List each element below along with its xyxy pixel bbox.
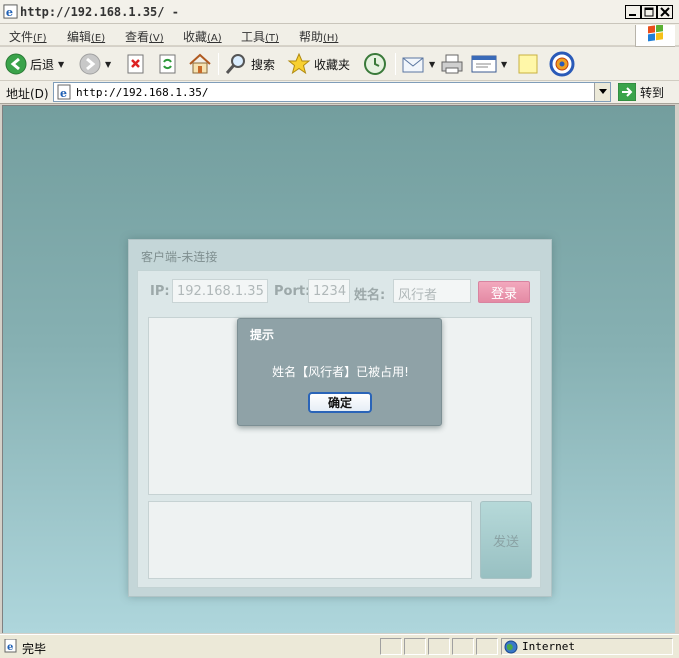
print-button[interactable] <box>440 51 464 77</box>
chevron-down-icon <box>598 89 607 94</box>
connection-row: IP: 192.168.1.35 Port: 1234 姓名: 风行者 登录 <box>138 271 542 311</box>
history-button[interactable] <box>363 51 387 77</box>
svg-text:e: e <box>6 5 13 19</box>
edit-button[interactable]: ▼ <box>471 51 507 77</box>
address-bar: 地址(D) e http://192.168.1.35/ 转到 <box>0 81 679 104</box>
favorites-button[interactable]: 收藏夹 <box>287 51 350 77</box>
send-button[interactable]: 发送 <box>480 501 532 579</box>
back-dropdown-icon[interactable]: ▼ <box>58 60 64 69</box>
menu-favorites[interactable]: 收藏(A) <box>183 28 222 45</box>
favorites-star-icon <box>287 52 311 75</box>
menu-view[interactable]: 查看(V) <box>125 28 164 45</box>
home-button[interactable] <box>188 51 212 77</box>
back-button[interactable]: 后退 ▼ <box>5 51 64 77</box>
panel-title: 客户端-未连接 <box>141 250 218 264</box>
menu-bar: 文件(F) 编辑(E) 查看(V) 收藏(A) 工具(T) 帮助(H) <box>0 24 679 47</box>
home-icon <box>189 53 211 74</box>
search-button[interactable]: 搜索 <box>224 51 275 77</box>
message-input[interactable] <box>148 501 472 579</box>
dialog-ok-button[interactable]: 确定 <box>308 392 372 413</box>
mail-dropdown-icon[interactable]: ▼ <box>429 60 435 69</box>
dialog-title: 提示 <box>250 328 275 342</box>
globe-icon <box>504 640 518 653</box>
toolbar: 后退 ▼ ▼ 搜索 收藏夹 ▼ ▼ <box>0 47 679 81</box>
port-label: Port: <box>274 284 311 299</box>
forward-dropdown-icon[interactable]: ▼ <box>105 60 111 69</box>
address-dropdown-button[interactable] <box>594 83 610 101</box>
go-button[interactable]: 转到 <box>618 83 664 101</box>
status-text: 完毕 <box>22 642 47 656</box>
refresh-icon <box>159 54 176 74</box>
mail-icon <box>402 57 424 73</box>
edit-dropdown-icon[interactable]: ▼ <box>501 60 507 69</box>
menu-help[interactable]: 帮助(H) <box>299 28 338 45</box>
go-arrow-icon <box>618 83 636 101</box>
windows-flag-icon <box>648 24 663 42</box>
page-icon: e <box>57 84 71 100</box>
forward-button[interactable]: ▼ <box>79 51 111 77</box>
edit-page-icon <box>471 55 497 73</box>
stop-button[interactable] <box>126 51 146 77</box>
messenger-button[interactable] <box>549 51 575 77</box>
stop-icon <box>127 54 144 74</box>
windows-logo <box>635 24 675 47</box>
ip-label: IP: <box>150 284 170 299</box>
name-input[interactable]: 风行者 <box>393 279 471 303</box>
back-arrow-icon <box>5 53 27 75</box>
close-button[interactable] <box>657 5 673 19</box>
menu-tools[interactable]: 工具(T) <box>241 28 279 45</box>
login-button[interactable]: 登录 <box>478 281 530 303</box>
menu-file[interactable]: 文件(F) <box>9 28 47 45</box>
window-title: http://192.168.1.35/ - <box>20 5 179 19</box>
maximize-icon <box>644 7 654 17</box>
svg-text:e: e <box>7 642 13 653</box>
ip-input[interactable]: 192.168.1.35 <box>172 279 268 303</box>
printer-icon <box>441 54 463 74</box>
port-input[interactable]: 1234 <box>308 279 350 303</box>
status-bar: e 完毕 Internet <box>0 634 679 658</box>
window-title-bar: e http://192.168.1.35/ - <box>0 0 679 24</box>
alert-dialog: 提示 姓名【风行者】已被占用! 确定 <box>237 318 442 426</box>
maximize-button[interactable] <box>641 5 657 19</box>
messenger-icon <box>549 51 575 77</box>
address-url: http://192.168.1.35/ <box>76 86 209 99</box>
refresh-button[interactable] <box>158 51 178 77</box>
zone-label: Internet <box>522 640 575 653</box>
minimize-button[interactable] <box>625 5 641 19</box>
address-label: 地址(D) <box>6 87 49 101</box>
forward-arrow-icon <box>79 53 101 75</box>
svg-text:e: e <box>60 87 67 100</box>
close-icon <box>660 7 670 17</box>
page-content: 客户端-未连接 IP: 192.168.1.35 Port: 1234 姓名: … <box>2 105 675 633</box>
address-input[interactable]: e http://192.168.1.35/ <box>53 82 611 102</box>
discuss-button[interactable] <box>517 51 539 77</box>
dialog-message: 姓名【风行者】已被占用! <box>272 365 409 379</box>
ie-logo-icon: e <box>3 4 18 19</box>
note-icon <box>518 54 538 74</box>
page-done-icon: e <box>4 639 17 653</box>
menu-edit[interactable]: 编辑(E) <box>67 28 105 45</box>
name-label: 姓名: <box>354 288 386 303</box>
search-icon <box>225 54 245 74</box>
mail-button[interactable]: ▼ <box>401 51 435 77</box>
history-icon <box>364 53 386 75</box>
minimize-icon <box>629 14 636 16</box>
security-zone[interactable]: Internet <box>501 638 673 655</box>
